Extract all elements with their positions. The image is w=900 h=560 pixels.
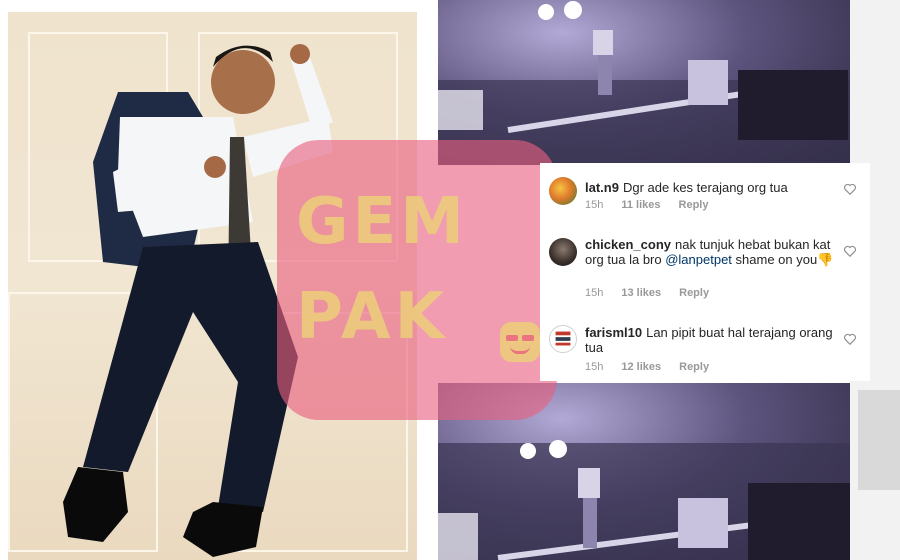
comments-panel: lat.n9 Dgr ade kes terajang org tua 15h 11… — [540, 163, 870, 381]
thumbs-down-icon: 👎 — [817, 252, 834, 267]
comment-text-end: shame on you — [731, 252, 818, 267]
heart-icon[interactable] — [843, 244, 857, 258]
comment-body: lat.n9 Dgr ade kes terajang org tua — [585, 180, 840, 195]
user-avatar-icon[interactable] — [549, 177, 577, 205]
comment-body: chicken_cony nak tunjuk hebat bukan kat o… — [585, 237, 840, 267]
comment-username[interactable]: lat.n9 — [585, 180, 619, 195]
comment-meta: 15h 12 likes Reply — [585, 361, 727, 373]
comment-text: Dgr ade kes terajang org tua — [622, 180, 788, 195]
mention-link[interactable]: @lanpetpet — [665, 252, 732, 267]
heart-icon[interactable] — [843, 182, 857, 196]
comment-likes[interactable]: 13 likes — [621, 287, 661, 299]
user-avatar-icon[interactable] — [549, 325, 577, 353]
comment-likes[interactable]: 11 likes — [621, 199, 660, 211]
smiley-eye — [522, 335, 534, 341]
comment-meta: 15h 13 likes Reply — [585, 287, 727, 299]
comment-username[interactable]: farisml10 — [585, 325, 642, 340]
comment-time: 15h — [585, 199, 604, 211]
comment-body: farisml10 Lan pipit buat hal terajang ora… — [585, 325, 840, 355]
reply-button[interactable]: Reply — [679, 287, 709, 299]
comment-username[interactable]: chicken_cony — [585, 237, 671, 252]
comment-meta: 15h 11 likes Reply — [585, 199, 726, 211]
comment-item: farisml10 Lan pipit buat hal terajang ora… — [540, 323, 870, 381]
comment-likes[interactable]: 12 likes — [621, 361, 661, 373]
watermark-text-line2: PAK — [296, 280, 449, 354]
watermark-text-line1: GEM — [296, 185, 468, 259]
gempak-smiley-icon — [500, 322, 540, 362]
reply-button[interactable]: Reply — [679, 361, 709, 373]
comment-item: chicken_cony nak tunjuk hebat bukan kat o… — [540, 235, 870, 315]
comment-time: 15h — [585, 361, 604, 373]
logo-icon — [555, 331, 571, 346]
reply-button[interactable]: Reply — [679, 199, 709, 211]
smiley-eye — [506, 335, 518, 341]
background-card — [858, 390, 900, 490]
smiley-mouth — [510, 346, 530, 354]
user-avatar-icon[interactable] — [549, 238, 577, 266]
heart-icon[interactable] — [843, 332, 857, 346]
comment-time: 15h — [585, 287, 604, 299]
